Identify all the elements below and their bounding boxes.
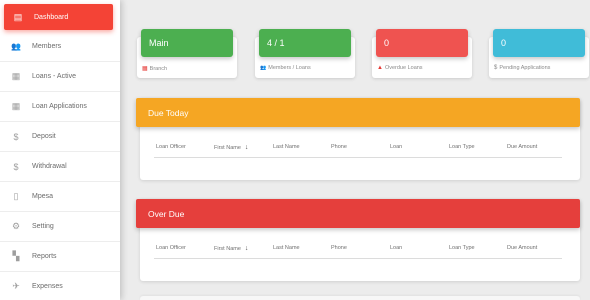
panel-title: Over Due [136,199,580,228]
column-header[interactable]: Due Amount [507,144,537,150]
stat-value: 0 [376,29,468,57]
sidebar-item-loans-active[interactable]: ▦ Loans - Active [0,62,120,92]
people-icon: 👥 [11,42,21,51]
sidebar-item-mpesa[interactable]: ▯ Mpesa [0,182,120,212]
table-header: Loan Officer First Name ↓ Last Name Phon… [154,144,562,158]
stat-caption: Branch [149,65,168,72]
stat-value: 4 / 1 [259,29,351,57]
sidebar-item-label: Deposit [32,133,56,140]
stat-caption: Members / Loans [268,65,311,71]
table-header: Loan Officer First Name ↓ Last Name Phon… [154,245,562,259]
column-header[interactable]: Last Name [273,245,300,251]
sidebar-item-expenses[interactable]: ✈ Expenses [0,272,120,300]
column-header[interactable]: Phone [331,144,347,150]
sidebar-item-dashboard[interactable]: ▤ Dashboard [4,4,113,30]
stat-card-overdue-loans[interactable]: 0 ▲ Overdue Loans [372,29,472,78]
dollar-icon: $ [494,65,498,71]
reports-icon: ▚ [12,251,20,261]
dollar-icon: $ [13,131,19,142]
building-icon: ▦ [11,101,21,111]
sidebar-item-label: Dashboard [34,13,69,21]
building-icon: ▦ [11,71,21,81]
building-icon: ▦ [142,66,148,72]
gear-icon: ⚙ [11,221,21,231]
sidebar-item-loan-applications[interactable]: ▦ Loan Applications [0,92,120,122]
stat-caption: Overdue Loans [384,65,423,71]
column-header[interactable]: Loan Type [449,245,475,251]
column-header[interactable]: Last Name [273,144,300,150]
column-header[interactable]: Loan [390,144,402,150]
arrow-down-icon: ↓ [244,144,249,151]
stat-card-pending-applications[interactable]: 0 $ Pending Applications [489,29,589,78]
column-header[interactable]: Phone [331,245,347,251]
stat-value: 0 [493,29,585,57]
column-header[interactable]: Loan Officer [156,144,186,150]
column-header[interactable]: Loan Type [449,144,475,150]
stat-card-branch[interactable]: Main ▦ Branch [137,29,237,78]
stat-card-members-loans[interactable]: 4 / 1 👥 Members / Loans [255,29,355,78]
column-header-label: First Name [214,245,241,252]
column-header[interactable]: Due Amount [507,245,537,251]
column-header-sorted[interactable]: First Name ↓ [214,245,248,252]
phone-icon: ▯ [13,191,19,201]
sidebar-item-members[interactable]: 👥 Members [0,32,120,62]
sidebar-item-withdrawal[interactable]: $ Withdrawal [0,152,120,182]
stat-value: Main [141,29,233,57]
sidebar-item-label: Loan Applications [32,103,87,110]
sidebar-item-label: Setting [32,223,54,230]
people-icon: 👥 [260,65,267,71]
column-header-sorted[interactable]: First Name ↓ [214,144,248,151]
card-edge [140,296,580,300]
sidebar-item-label: Expenses [32,283,63,290]
sidebar-item-label: Loans - Active [32,73,76,80]
sidebar-item-reports[interactable]: ▚ Reports [0,242,120,272]
sidebar-item-deposit[interactable]: $ Deposit [0,122,120,152]
column-header-label: First Name [214,144,241,151]
airplane-icon: ✈ [12,281,20,291]
sidebar-item-label: Mpesa [32,193,54,200]
panel-title: Due Today [136,98,580,127]
sidebar-item-label: Members [32,43,62,50]
over-due-panel: Over Due Loan Officer First Name ↓ Last … [136,199,580,281]
stat-caption: Pending Applications [499,65,551,71]
sidebar-item-label: Withdrawal [32,163,67,170]
sidebar: ▤ Dashboard 👥 Members ▦ Loans - Active ▦… [0,0,120,300]
arrow-down-icon: ↓ [244,245,249,252]
dollar-icon: $ [13,161,19,172]
due-today-panel: Due Today Loan Officer First Name ↓ Last… [136,98,580,180]
column-header[interactable]: Loan [390,245,402,251]
warning-icon: ▲ [377,65,383,71]
dashboard-icon: ▤ [13,11,23,22]
column-header[interactable]: Loan Officer [156,245,186,251]
sidebar-item-label: Reports [32,253,57,260]
sidebar-item-setting[interactable]: ⚙ Setting [0,212,120,242]
